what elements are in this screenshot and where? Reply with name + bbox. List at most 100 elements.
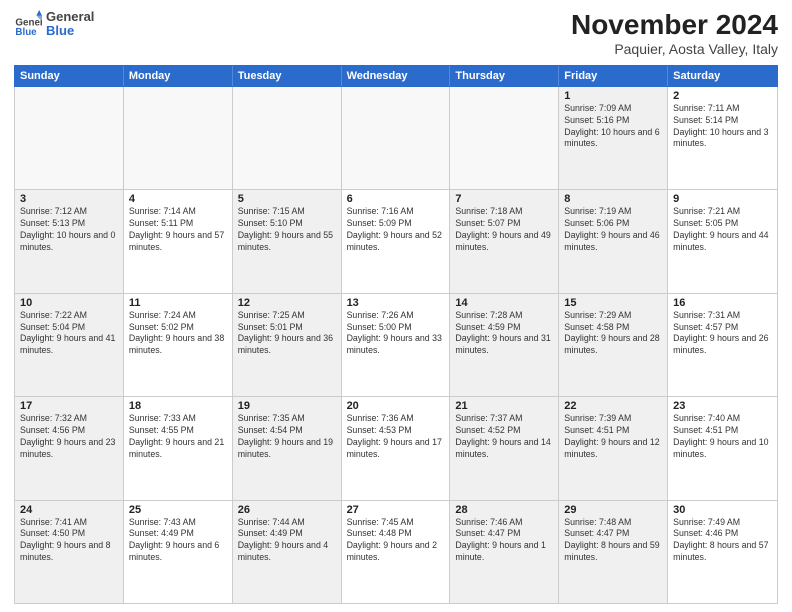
day-number: 15 <box>564 297 662 309</box>
calendar-body: 1Sunrise: 7:09 AM Sunset: 5:16 PM Daylig… <box>14 87 778 604</box>
calendar-row: 3Sunrise: 7:12 AM Sunset: 5:13 PM Daylig… <box>15 190 777 293</box>
day-number: 24 <box>20 504 118 516</box>
calendar-cell: 16Sunrise: 7:31 AM Sunset: 4:57 PM Dayli… <box>668 294 777 396</box>
calendar-row: 1Sunrise: 7:09 AM Sunset: 5:16 PM Daylig… <box>15 87 777 190</box>
calendar-row: 10Sunrise: 7:22 AM Sunset: 5:04 PM Dayli… <box>15 294 777 397</box>
day-info: Sunrise: 7:32 AM Sunset: 4:56 PM Dayligh… <box>20 413 118 461</box>
day-info: Sunrise: 7:18 AM Sunset: 5:07 PM Dayligh… <box>455 206 553 254</box>
day-info: Sunrise: 7:33 AM Sunset: 4:55 PM Dayligh… <box>129 413 227 461</box>
month-title: November 2024 <box>571 10 778 41</box>
day-info: Sunrise: 7:11 AM Sunset: 5:14 PM Dayligh… <box>673 103 772 151</box>
day-info: Sunrise: 7:41 AM Sunset: 4:50 PM Dayligh… <box>20 517 118 565</box>
calendar-cell: 19Sunrise: 7:35 AM Sunset: 4:54 PM Dayli… <box>233 397 342 499</box>
day-number: 20 <box>347 400 445 412</box>
calendar-cell: 17Sunrise: 7:32 AM Sunset: 4:56 PM Dayli… <box>15 397 124 499</box>
day-number: 30 <box>673 504 772 516</box>
calendar-cell: 6Sunrise: 7:16 AM Sunset: 5:09 PM Daylig… <box>342 190 451 292</box>
day-number: 25 <box>129 504 227 516</box>
location: Paquier, Aosta Valley, Italy <box>571 41 778 57</box>
header-monday: Monday <box>124 66 233 86</box>
day-number: 29 <box>564 504 662 516</box>
day-number: 11 <box>129 297 227 309</box>
calendar: Sunday Monday Tuesday Wednesday Thursday… <box>14 65 778 604</box>
day-number: 1 <box>564 90 662 102</box>
calendar-cell: 26Sunrise: 7:44 AM Sunset: 4:49 PM Dayli… <box>233 501 342 603</box>
calendar-cell <box>15 87 124 189</box>
day-number: 22 <box>564 400 662 412</box>
day-info: Sunrise: 7:24 AM Sunset: 5:02 PM Dayligh… <box>129 310 227 358</box>
day-number: 9 <box>673 193 772 205</box>
calendar-row: 24Sunrise: 7:41 AM Sunset: 4:50 PM Dayli… <box>15 501 777 603</box>
calendar-cell: 2Sunrise: 7:11 AM Sunset: 5:14 PM Daylig… <box>668 87 777 189</box>
calendar-cell <box>233 87 342 189</box>
calendar-cell: 11Sunrise: 7:24 AM Sunset: 5:02 PM Dayli… <box>124 294 233 396</box>
calendar-cell: 22Sunrise: 7:39 AM Sunset: 4:51 PM Dayli… <box>559 397 668 499</box>
page-header: General Blue General Blue November 2024 … <box>14 10 778 57</box>
day-number: 23 <box>673 400 772 412</box>
day-info: Sunrise: 7:49 AM Sunset: 4:46 PM Dayligh… <box>673 517 772 565</box>
day-info: Sunrise: 7:37 AM Sunset: 4:52 PM Dayligh… <box>455 413 553 461</box>
calendar-cell: 25Sunrise: 7:43 AM Sunset: 4:49 PM Dayli… <box>124 501 233 603</box>
calendar-cell: 8Sunrise: 7:19 AM Sunset: 5:06 PM Daylig… <box>559 190 668 292</box>
day-number: 3 <box>20 193 118 205</box>
day-info: Sunrise: 7:29 AM Sunset: 4:58 PM Dayligh… <box>564 310 662 358</box>
calendar-cell: 27Sunrise: 7:45 AM Sunset: 4:48 PM Dayli… <box>342 501 451 603</box>
day-info: Sunrise: 7:16 AM Sunset: 5:09 PM Dayligh… <box>347 206 445 254</box>
day-number: 28 <box>455 504 553 516</box>
day-number: 2 <box>673 90 772 102</box>
day-info: Sunrise: 7:43 AM Sunset: 4:49 PM Dayligh… <box>129 517 227 565</box>
day-info: Sunrise: 7:26 AM Sunset: 5:00 PM Dayligh… <box>347 310 445 358</box>
day-info: Sunrise: 7:22 AM Sunset: 5:04 PM Dayligh… <box>20 310 118 358</box>
day-number: 13 <box>347 297 445 309</box>
calendar-cell: 28Sunrise: 7:46 AM Sunset: 4:47 PM Dayli… <box>450 501 559 603</box>
calendar-cell: 23Sunrise: 7:40 AM Sunset: 4:51 PM Dayli… <box>668 397 777 499</box>
day-info: Sunrise: 7:21 AM Sunset: 5:05 PM Dayligh… <box>673 206 772 254</box>
day-number: 8 <box>564 193 662 205</box>
day-info: Sunrise: 7:28 AM Sunset: 4:59 PM Dayligh… <box>455 310 553 358</box>
calendar-cell: 9Sunrise: 7:21 AM Sunset: 5:05 PM Daylig… <box>668 190 777 292</box>
calendar-cell: 30Sunrise: 7:49 AM Sunset: 4:46 PM Dayli… <box>668 501 777 603</box>
header-saturday: Saturday <box>668 66 777 86</box>
day-info: Sunrise: 7:15 AM Sunset: 5:10 PM Dayligh… <box>238 206 336 254</box>
calendar-cell: 14Sunrise: 7:28 AM Sunset: 4:59 PM Dayli… <box>450 294 559 396</box>
calendar-cell <box>342 87 451 189</box>
calendar-row: 17Sunrise: 7:32 AM Sunset: 4:56 PM Dayli… <box>15 397 777 500</box>
calendar-cell: 20Sunrise: 7:36 AM Sunset: 4:53 PM Dayli… <box>342 397 451 499</box>
day-info: Sunrise: 7:25 AM Sunset: 5:01 PM Dayligh… <box>238 310 336 358</box>
day-number: 7 <box>455 193 553 205</box>
day-info: Sunrise: 7:40 AM Sunset: 4:51 PM Dayligh… <box>673 413 772 461</box>
day-number: 4 <box>129 193 227 205</box>
logo-icon: General Blue <box>14 10 42 38</box>
calendar-cell: 12Sunrise: 7:25 AM Sunset: 5:01 PM Dayli… <box>233 294 342 396</box>
day-number: 6 <box>347 193 445 205</box>
day-number: 10 <box>20 297 118 309</box>
calendar-cell: 18Sunrise: 7:33 AM Sunset: 4:55 PM Dayli… <box>124 397 233 499</box>
calendar-cell: 24Sunrise: 7:41 AM Sunset: 4:50 PM Dayli… <box>15 501 124 603</box>
calendar-cell: 13Sunrise: 7:26 AM Sunset: 5:00 PM Dayli… <box>342 294 451 396</box>
header-friday: Friday <box>559 66 668 86</box>
calendar-cell: 21Sunrise: 7:37 AM Sunset: 4:52 PM Dayli… <box>450 397 559 499</box>
day-info: Sunrise: 7:31 AM Sunset: 4:57 PM Dayligh… <box>673 310 772 358</box>
day-number: 14 <box>455 297 553 309</box>
title-block: November 2024 Paquier, Aosta Valley, Ita… <box>571 10 778 57</box>
day-number: 19 <box>238 400 336 412</box>
calendar-cell: 10Sunrise: 7:22 AM Sunset: 5:04 PM Dayli… <box>15 294 124 396</box>
header-tuesday: Tuesday <box>233 66 342 86</box>
header-sunday: Sunday <box>15 66 124 86</box>
calendar-cell: 29Sunrise: 7:48 AM Sunset: 4:47 PM Dayli… <box>559 501 668 603</box>
calendar-cell: 15Sunrise: 7:29 AM Sunset: 4:58 PM Dayli… <box>559 294 668 396</box>
day-number: 26 <box>238 504 336 516</box>
day-info: Sunrise: 7:48 AM Sunset: 4:47 PM Dayligh… <box>564 517 662 565</box>
day-number: 16 <box>673 297 772 309</box>
logo-text: General Blue <box>46 10 94 39</box>
calendar-cell: 7Sunrise: 7:18 AM Sunset: 5:07 PM Daylig… <box>450 190 559 292</box>
day-info: Sunrise: 7:19 AM Sunset: 5:06 PM Dayligh… <box>564 206 662 254</box>
day-info: Sunrise: 7:46 AM Sunset: 4:47 PM Dayligh… <box>455 517 553 565</box>
svg-text:Blue: Blue <box>15 27 37 38</box>
day-number: 18 <box>129 400 227 412</box>
logo-blue: Blue <box>46 24 94 38</box>
calendar-cell <box>450 87 559 189</box>
day-number: 5 <box>238 193 336 205</box>
calendar-cell: 4Sunrise: 7:14 AM Sunset: 5:11 PM Daylig… <box>124 190 233 292</box>
day-number: 17 <box>20 400 118 412</box>
